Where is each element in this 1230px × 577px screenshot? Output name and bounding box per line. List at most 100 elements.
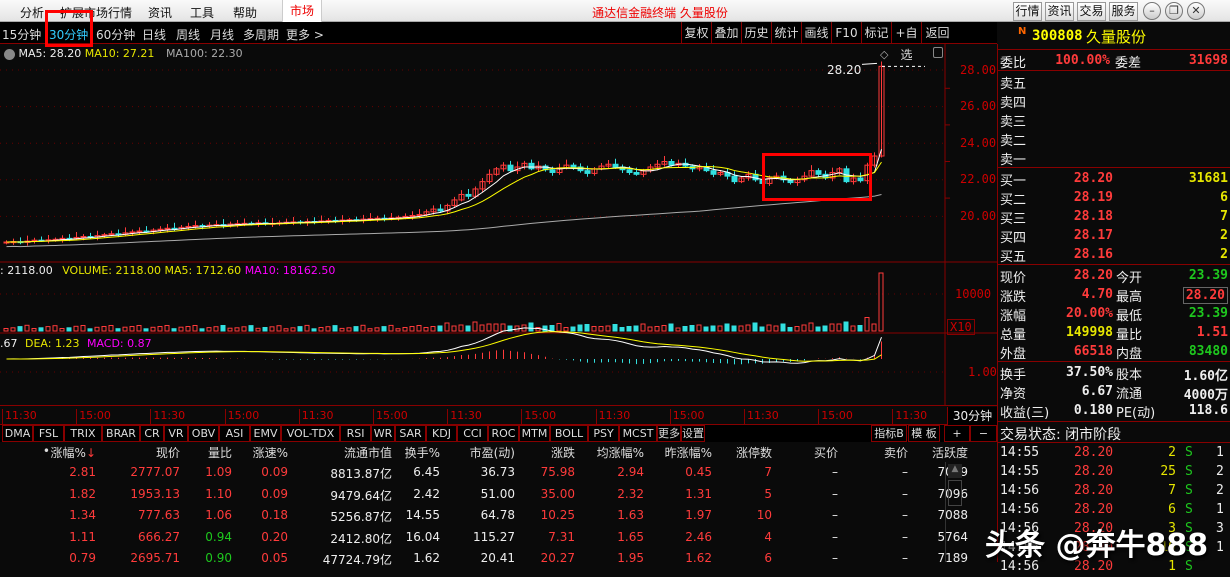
column-header[interactable]: 活跃度 (932, 444, 968, 461)
tool-f10[interactable]: F10 (831, 22, 861, 44)
minimize-icon[interactable]: – (1143, 2, 1161, 20)
period-60min[interactable]: 60分钟 (96, 26, 135, 43)
volume-bar (598, 326, 604, 332)
menu-news[interactable]: 资讯 (148, 4, 172, 21)
volume-bar (871, 323, 877, 332)
indicator-tab-sar[interactable]: SAR (395, 425, 426, 442)
period-weekly[interactable]: 周线 (176, 26, 200, 43)
divider (998, 49, 1230, 50)
menu-help[interactable]: 帮助 (233, 4, 257, 21)
table-cell: 2.32 (617, 486, 644, 501)
indicator-right-0[interactable]: 指标B (871, 425, 907, 442)
column-header[interactable]: 流通市值 (344, 444, 392, 461)
tool-overlay[interactable]: 叠加 (711, 22, 741, 44)
period-15min[interactable]: 15分钟 (2, 26, 41, 43)
table-row[interactable]: 2.81 2777.07 1.09 0.09 8813.87亿 6.45 36.73 75.9… (0, 465, 968, 485)
quotes-button[interactable]: 行情 (1013, 2, 1042, 21)
indicator-tab-mcst[interactable]: MCST (619, 425, 657, 442)
indicator-tab-cci[interactable]: CCI (457, 425, 488, 442)
column-header[interactable]: 涨幅%↓ (51, 444, 96, 461)
indicator-right-1[interactable]: 模 板 (908, 425, 940, 442)
volume-bar (262, 327, 268, 332)
indicator-tab-emv[interactable]: EMV (250, 425, 281, 442)
menu-tools[interactable]: 工具 (190, 4, 214, 21)
table-scrollbar[interactable]: ▲ (945, 462, 963, 562)
trade-button[interactable]: 交易 (1077, 2, 1106, 21)
indicator-tab-vol-tdx[interactable]: VOL-TDX (281, 425, 340, 442)
column-header[interactable]: 市盈(动) (470, 444, 515, 461)
close-icon[interactable]: ✕ (1187, 2, 1205, 20)
indicator-tab-asi[interactable]: ASI (219, 425, 250, 442)
tick-count: 1 (1216, 445, 1224, 460)
indicator-right-3[interactable]: − (970, 425, 997, 442)
column-header[interactable]: • (43, 444, 50, 458)
table-row[interactable]: 0.79 2695.71 0.90 0.05 47724.79亿 1.62 20.41 20.… (0, 551, 968, 571)
service-button[interactable]: 服务 (1109, 2, 1138, 21)
bid-level-label: 买四 (1000, 231, 1027, 246)
panel-toggle-icon[interactable] (933, 47, 943, 58)
restore-icon[interactable]: ❐ (1165, 2, 1183, 20)
diamond-icon[interactable]: ◇ (880, 48, 888, 61)
table-row[interactable]: 1.34 777.63 1.06 0.18 5256.87亿 14.55 64.78 10.2… (0, 508, 968, 528)
column-header[interactable]: 涨速% (253, 444, 288, 461)
table-row[interactable]: 1.82 1953.13 1.10 0.09 9479.64亿 2.42 51.00 35.0… (0, 486, 968, 507)
table-row[interactable]: 1.11 666.27 0.94 0.20 2412.80亿 16.04 115.27 7.3… (0, 530, 968, 550)
indicator-tab-设置[interactable]: 设置 (681, 425, 705, 442)
column-header[interactable]: 现价 (156, 444, 180, 461)
indicator-tab-boll[interactable]: BOLL (550, 425, 588, 442)
indicator-tab-obv[interactable]: OBV (188, 425, 219, 442)
column-header[interactable]: 昨涨幅% (665, 444, 712, 461)
period-more[interactable]: 更多 > (286, 26, 324, 43)
table-cell: 51.00 (480, 486, 515, 501)
indicator-right-2[interactable]: + (944, 425, 970, 442)
indicator-tab-更多[interactable]: 更多 (657, 425, 681, 442)
column-header[interactable]: 涨停数 (736, 444, 772, 461)
volume-bar (31, 328, 37, 332)
time-label: 15:00 (373, 409, 408, 425)
indicator-tab-brar[interactable]: BRAR (102, 425, 140, 442)
indicator-tab-kdj[interactable]: KDJ (426, 425, 457, 442)
column-header[interactable]: 卖价 (884, 444, 908, 461)
indicator-tab-rsi[interactable]: RSI (340, 425, 371, 442)
candle (521, 160, 528, 170)
volume-bar (283, 328, 289, 332)
indicator-tab-vr[interactable]: VR (164, 425, 188, 442)
table-cell: 35.00 (540, 486, 575, 501)
indicator-tab-cr[interactable]: CR (140, 425, 164, 442)
indicator-tab-trix[interactable]: TRIX (64, 425, 102, 442)
scroll-up-icon[interactable]: ▲ (948, 464, 962, 478)
tool-stats[interactable]: 统计 (771, 22, 801, 44)
indicator-tab-fsl[interactable]: FSL (33, 425, 64, 442)
column-header[interactable]: 换手% (405, 444, 440, 461)
menu-analysis[interactable]: 分析 (20, 4, 44, 21)
indicator-tab-psy[interactable]: PSY (588, 425, 619, 442)
period-multi[interactable]: 多周期 (243, 26, 279, 43)
bid-price: 28.16 (1073, 247, 1113, 262)
tool-mark[interactable]: 标记 (861, 22, 891, 44)
scroll-thumb[interactable] (948, 480, 962, 506)
news-button[interactable]: 资讯 (1045, 2, 1074, 21)
ma5-line (6, 149, 882, 243)
last-price-arrow (861, 62, 878, 65)
indicator-tab-mtm[interactable]: MTM (519, 425, 550, 442)
tool-history[interactable]: 历史 (741, 22, 771, 44)
kline-chart[interactable]: MA5: 28.20 MA10: 27.21 MA100: 22.30 ◇ 28… (0, 44, 997, 405)
indicator-tab-dma[interactable]: DMA (2, 425, 33, 442)
column-header[interactable]: 量比 (208, 444, 232, 461)
ma100-line (6, 194, 882, 248)
tool-add-favorite[interactable]: +自选 (891, 22, 921, 62)
period-monthly[interactable]: 月线 (210, 26, 234, 43)
tool-restore-rights[interactable]: 复权 (681, 22, 711, 44)
indicator-tab-wr[interactable]: WR (371, 425, 395, 442)
column-header[interactable]: 买价 (814, 444, 838, 461)
chart-canvas[interactable] (0, 44, 997, 405)
period-daily[interactable]: 日线 (142, 26, 166, 43)
period-label[interactable]: 30分钟 (947, 407, 997, 425)
collapse-icon[interactable] (4, 48, 15, 60)
tool-draw[interactable]: 画线 (801, 22, 831, 44)
column-header[interactable]: 涨跌 (551, 444, 575, 461)
menu-market-tab[interactable]: 市场 (282, 0, 322, 22)
indicator-tab-roc[interactable]: ROC (488, 425, 519, 442)
tool-back[interactable]: 返回 (921, 22, 953, 44)
column-header[interactable]: 均涨幅% (597, 444, 644, 461)
